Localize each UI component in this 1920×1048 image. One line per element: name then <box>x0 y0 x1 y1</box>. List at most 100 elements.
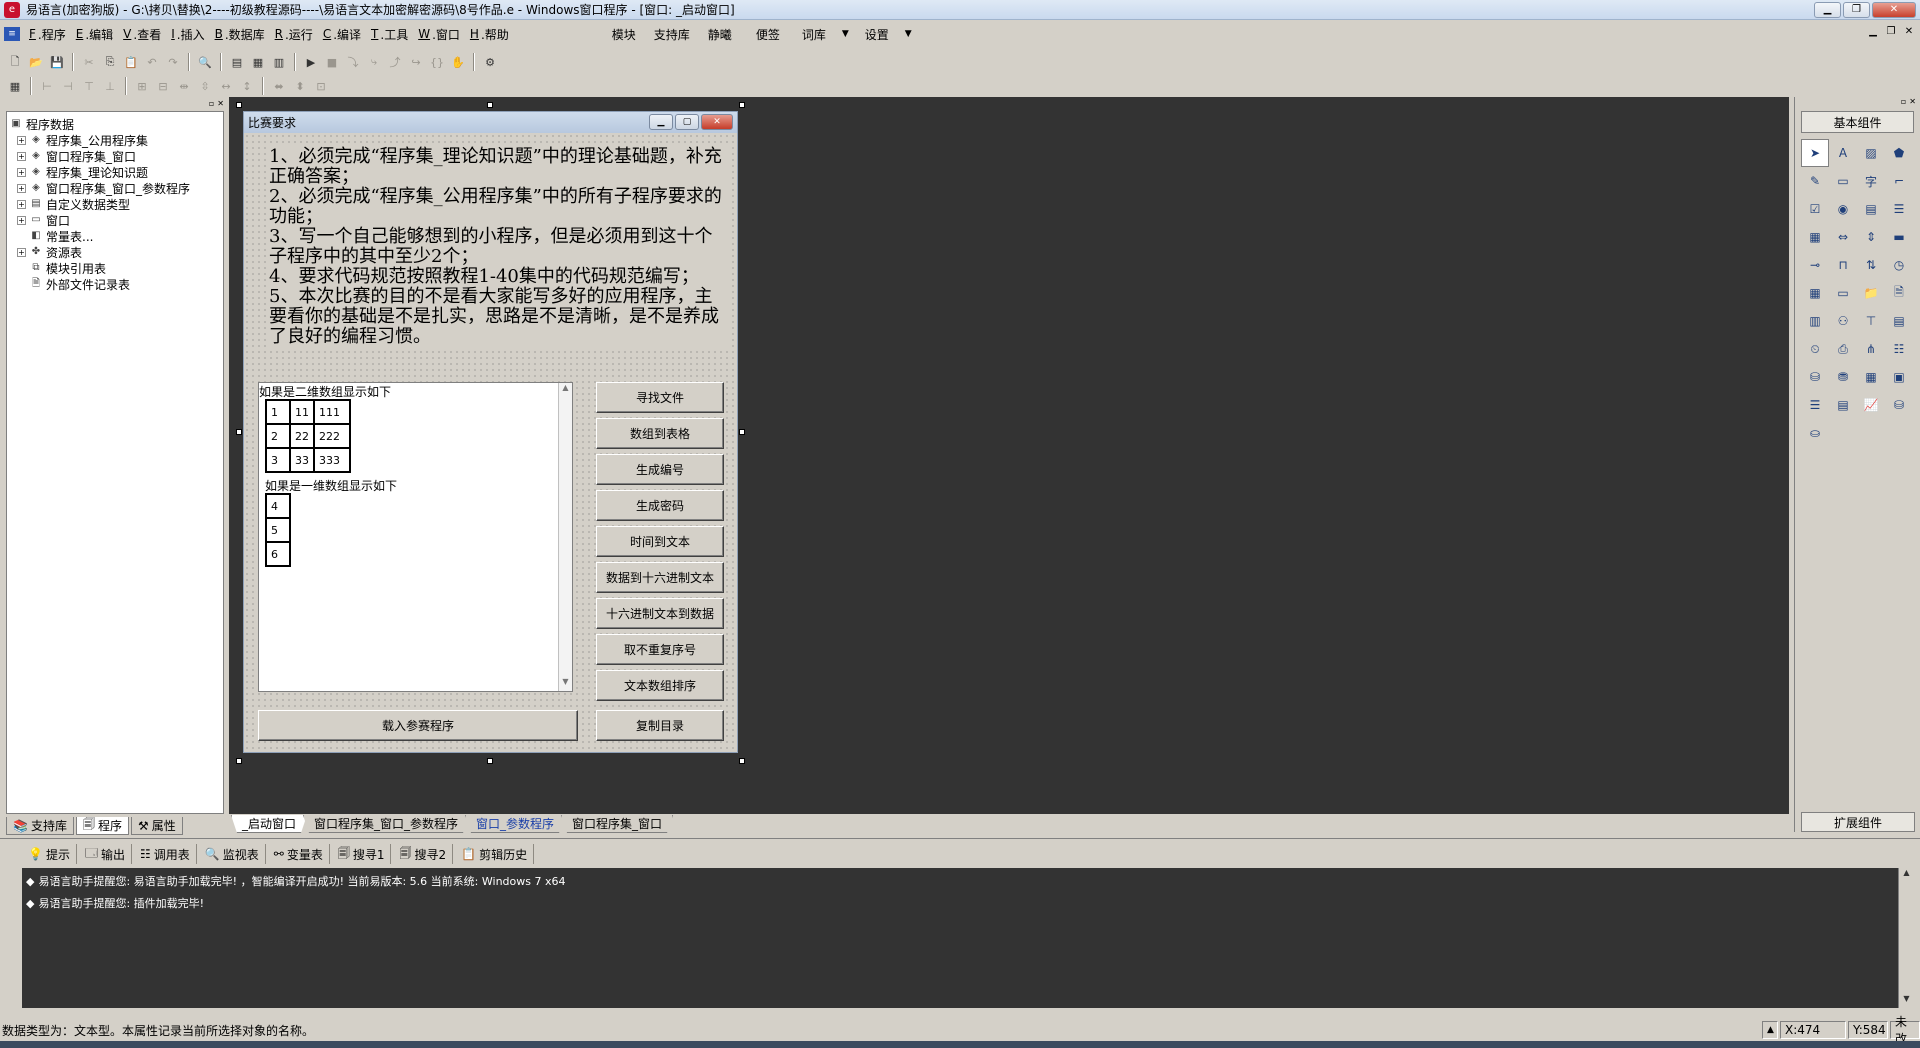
layout2-icon[interactable]: ▦ <box>249 53 267 71</box>
odbc-db-icon[interactable]: ⛀ <box>1801 419 1829 447</box>
resize-handle[interactable] <box>739 758 745 764</box>
align-top-icon[interactable]: ⊤ <box>80 77 98 95</box>
resize-handle[interactable] <box>236 758 242 764</box>
tree-item[interactable]: + ✤ 资源表 <box>9 244 221 260</box>
copy-directory-button[interactable]: 复制目录 <box>596 710 724 741</box>
resize-handle[interactable] <box>236 102 242 108</box>
tree-item[interactable]: + ▭ 窗口 <box>9 212 221 228</box>
paste-icon[interactable]: 📋 <box>122 53 140 71</box>
resize-handle[interactable] <box>487 102 493 108</box>
basic-components-header[interactable]: 基本组件 <box>1801 111 1914 133</box>
groupbox-icon[interactable]: ▭ <box>1829 167 1857 195</box>
same-width-icon[interactable]: ↔ <box>217 77 235 95</box>
treeview-icon[interactable]: ⋔ <box>1857 335 1885 363</box>
datasource-icon[interactable]: ⛁ <box>1801 363 1829 391</box>
save-icon[interactable]: 💾 <box>48 53 66 71</box>
redo-icon[interactable]: ↷ <box>164 53 182 71</box>
printer-icon[interactable]: ⎙ <box>1829 335 1857 363</box>
layout1-icon[interactable]: ▤ <box>228 53 246 71</box>
cut-icon[interactable]: ✂ <box>80 53 98 71</box>
radio-icon[interactable]: ◉ <box>1829 195 1857 223</box>
menu-window[interactable]: W .窗口 <box>413 26 465 43</box>
mdi-restore-icon[interactable]: ❐ <box>1884 25 1898 39</box>
provider-icon[interactable]: ⛃ <box>1829 363 1857 391</box>
tree-item[interactable]: + ◈ 程序集_理论知识题 <box>9 164 221 180</box>
plugin-icon[interactable]: ⚙ <box>481 53 499 71</box>
stop-icon[interactable]: ■ <box>323 53 341 71</box>
align-right-icon[interactable]: ⊣ <box>59 77 77 95</box>
tab-window-param[interactable]: 窗口_参数程序 <box>465 815 565 833</box>
grid-icon[interactable]: ▦ <box>6 77 24 95</box>
expand-icon[interactable]: + <box>17 167 26 177</box>
tab-hint[interactable]: 💡 提示 <box>22 844 77 864</box>
resize-handle[interactable] <box>236 429 242 435</box>
checkbox-icon[interactable]: ☑ <box>1801 195 1829 223</box>
expand-icon[interactable]: + <box>17 215 26 225</box>
same-height-icon[interactable]: ↕ <box>238 77 256 95</box>
dblist-icon[interactable]: ☰ <box>1801 391 1829 419</box>
vscroll-icon[interactable]: ⇕ <box>1857 223 1885 251</box>
table-icon[interactable]: ▥ <box>1801 307 1829 335</box>
picture-icon[interactable]: ▨ <box>1857 139 1885 167</box>
tab-clipboard-history[interactable]: 📋 剪辑历史 <box>455 844 535 864</box>
hscroll-icon[interactable]: ⇔ <box>1829 223 1857 251</box>
toolbar-icon[interactable]: ▤ <box>1885 307 1913 335</box>
odbc-icon[interactable]: ⛁ <box>1885 391 1913 419</box>
menu-insert[interactable]: I .插入 <box>166 26 209 43</box>
menu-jingxi[interactable]: 静曦 <box>698 26 742 43</box>
menu-database[interactable]: B .数据库 <box>210 26 270 43</box>
tab-control-icon[interactable]: ⊓ <box>1829 251 1857 279</box>
menu-edit[interactable]: E .编辑 <box>71 26 118 43</box>
menu-settings[interactable]: 设置 ▼ <box>857 26 920 43</box>
expand-icon[interactable]: + <box>17 151 26 161</box>
listview-icon[interactable]: ☷ <box>1885 335 1913 363</box>
menu-program[interactable]: F .程序 <box>24 26 71 43</box>
menu-support-lib[interactable]: 支持库 <box>646 26 698 43</box>
menu-notes[interactable]: 便签 <box>742 26 794 43</box>
space-v-icon[interactable]: ⇳ <box>196 77 214 95</box>
spinner-icon[interactable]: ⇅ <box>1857 251 1885 279</box>
tree-item[interactable]: + ◈ 程序集_公用程序集 <box>9 132 221 148</box>
calendar-icon[interactable]: ▦ <box>1801 279 1829 307</box>
clock-icon[interactable]: ⏲ <box>1801 335 1829 363</box>
tree-item[interactable]: + ◈ 窗口程序集_窗口_参数程序 <box>9 180 221 196</box>
grid-view-icon[interactable]: ▦ <box>1857 363 1885 391</box>
load-entry-button[interactable]: 载入参赛程序 <box>258 710 578 741</box>
center-v-icon[interactable]: ⊟ <box>154 77 172 95</box>
editbox-icon[interactable]: ✎ <box>1801 167 1829 195</box>
close-icon[interactable]: ✕ <box>1872 2 1916 18</box>
extended-components-header[interactable]: 扩展组件 <box>1801 812 1915 832</box>
listbox-icon[interactable]: ☰ <box>1885 195 1913 223</box>
tab-startup-window[interactable]: _启动窗口 <box>231 815 307 833</box>
combobox-icon[interactable]: ▤ <box>1857 195 1885 223</box>
run-icon[interactable]: ▶ <box>302 53 320 71</box>
step-into-icon[interactable]: ⤷ <box>365 53 383 71</box>
tab-window-param-module[interactable]: 窗口程序集_窗口_参数程序 <box>303 815 469 833</box>
tab-call-stack[interactable]: ☷ 调用表 <box>134 844 197 864</box>
menu-lexicon[interactable]: 词库 ▼ <box>794 26 857 43</box>
requirements-label[interactable]: 1、必须完成“程序集_理论知识题”中的理论基础题，补充正确答案； 2、必须完成“… <box>269 147 729 347</box>
slider-icon[interactable]: ⊸ <box>1801 251 1829 279</box>
split-icon[interactable]: ⊤ <box>1857 307 1885 335</box>
new-file-icon[interactable]: 🗋 <box>6 53 24 71</box>
menu-run[interactable]: R .运行 <box>270 26 318 43</box>
tab-support-lib[interactable]: 📚 支持库 <box>6 817 74 835</box>
menu-compile[interactable]: C .编译 <box>318 26 366 43</box>
array-display-box[interactable]: 如果是二维数组显示如下 1 11 111 2 22 222 3 33 333 如… <box>258 382 573 692</box>
folder-icon[interactable]: 📁 <box>1857 279 1885 307</box>
expand-icon[interactable]: + <box>17 183 26 193</box>
shape-icon[interactable]: ⬟ <box>1885 139 1913 167</box>
data-to-hex-button[interactable]: 数据到十六进制文本 <box>596 562 724 593</box>
dialog-icon[interactable]: ▭ <box>1829 279 1857 307</box>
center-form-h-icon[interactable]: ⬌ <box>270 77 288 95</box>
hex-to-data-button[interactable]: 十六进制文本到数据 <box>596 598 724 629</box>
resize-handle[interactable] <box>739 102 745 108</box>
menu-view[interactable]: V .查看 <box>118 26 166 43</box>
mdi-close-icon[interactable]: ✕ <box>1902 25 1916 39</box>
close-icon[interactable]: ✕ <box>1909 97 1916 107</box>
dbtable-icon[interactable]: ▤ <box>1829 391 1857 419</box>
center-h-icon[interactable]: ⊞ <box>133 77 151 95</box>
resize-handle[interactable] <box>487 758 493 764</box>
undo-icon[interactable]: ↶ <box>143 53 161 71</box>
status-arrow[interactable]: ▲ <box>1762 1021 1778 1039</box>
